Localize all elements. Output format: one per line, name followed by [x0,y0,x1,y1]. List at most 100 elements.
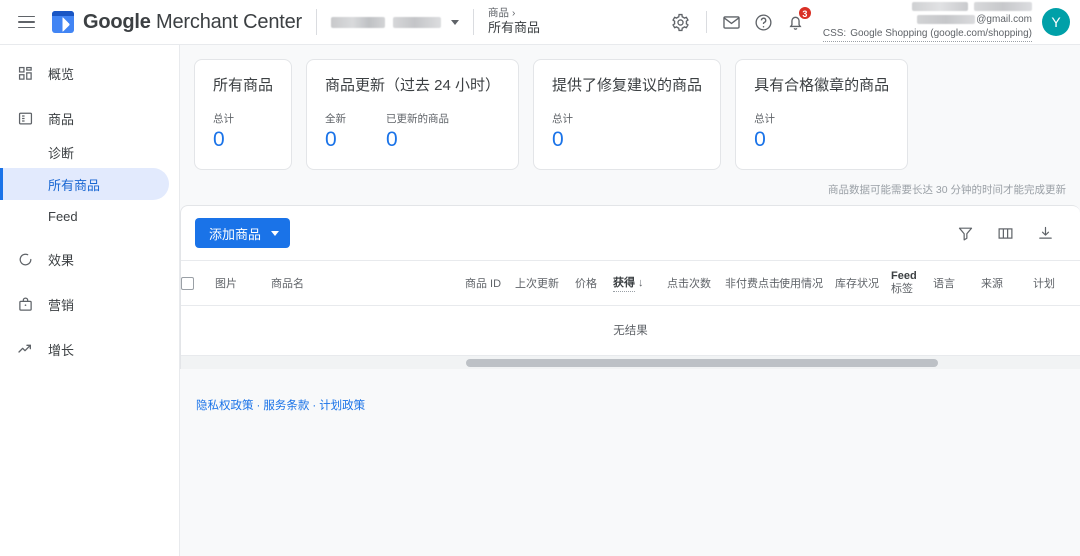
table-tool-icons [954,222,1066,244]
footer-separator: · [256,399,261,412]
brand: Google Merchant Center [52,11,302,34]
metric-label: 已更新的商品 [386,113,450,125]
select-all-checkbox[interactable] [181,276,194,290]
select-all-header [181,260,215,306]
columns-icon[interactable] [994,222,1016,244]
feed-label-line1: Feed [891,270,917,283]
add-product-button[interactable]: 添加商品 [195,218,291,249]
sidebar-item-label: 诊断 [48,145,75,161]
table-toolbar: 添加商品 [181,206,1080,260]
filter-icon[interactable] [954,222,976,244]
card-metric: 总计 0 [754,111,775,151]
breadcrumb: 商品 › 所有商品 [488,7,540,36]
sidebar-item-label: 商品 [48,111,75,127]
column-clicks[interactable]: 点击次数 [667,260,725,306]
sidebar-item-label: 营销 [48,297,75,313]
sidebar-item-marketing[interactable]: 营销 [0,286,169,322]
sidebar: 概览 商品 诊断 所有商品 Feed 效果 营销 增长 [0,45,180,556]
header-divider-2 [473,9,474,35]
dashboard-icon [16,64,34,82]
chevron-down-icon[interactable] [451,19,459,25]
account-label-redacted [974,2,1032,11]
breadcrumb-parent[interactable]: 商品 [488,7,509,20]
column-earnings-label: 获得 [613,274,635,293]
column-image[interactable]: 图片 [215,260,271,306]
sidebar-item-label: 所有商品 [48,177,101,193]
sidebar-item-diagnostics[interactable]: 诊断 [0,136,169,168]
card-metric: 已更新的商品 0 [386,111,449,151]
account-picker[interactable] [331,16,459,28]
sidebar-item-all-products[interactable]: 所有商品 [0,168,169,200]
gear-icon[interactable] [666,7,696,37]
footer-link-program-policies[interactable]: 计划政策 [319,400,365,412]
column-free-clicks[interactable]: 非付费点击 [725,260,779,306]
brand-product: Merchant Center [150,10,302,33]
download-icon[interactable] [1034,222,1056,244]
sidebar-item-performance[interactable]: 效果 [0,241,169,277]
column-language[interactable]: 语言 [933,260,981,306]
performance-icon [16,250,34,268]
add-product-label: 添加商品 [209,226,262,242]
footer-link-terms[interactable]: 服务条款 [263,400,309,412]
products-table: 图片 商品名 商品 ID 上次更新 价格 获得 ↓ 点击次数 非付费点击 使用情… [181,260,1080,306]
header-divider-3 [705,11,707,33]
account-email-redacted [917,15,976,25]
account-email-suffix: @gmail.com [976,14,1032,25]
metric-value: 0 [386,128,398,151]
sidebar-item-overview[interactable]: 概览 [0,55,169,91]
mail-icon[interactable] [717,7,747,37]
help-icon[interactable] [749,7,779,37]
footer-links: 隐私权政策 · 服务条款 · 计划政策 [196,397,1080,413]
sidebar-item-label: Feed [48,208,78,224]
footer-link-privacy[interactable]: 隐私权政策 [196,400,254,412]
feed-label-line2: 标签 [891,283,913,296]
column-price[interactable]: 价格 [575,260,613,306]
account-display-name-redacted [912,2,968,11]
summary-cards: 所有商品 总计 0 商品更新（过去 24 小时） 全新 0 已更新的商品 0 提… [180,45,1080,171]
bell-icon[interactable]: 3 [781,6,812,37]
table-header-row: 图片 商品名 商品 ID 上次更新 价格 获得 ↓ 点击次数 非付费点击 使用情… [181,260,1080,306]
card-fix-suggestions: 提供了修复建议的商品 总计 0 [533,59,722,171]
css-info[interactable]: CSS: Google Shopping (google.com/shopping… [822,27,1032,42]
css-label: CSS: [822,27,847,39]
card-title: 商品更新（过去 24 小时） [325,77,501,94]
chevron-right-icon: › [512,7,516,19]
column-usage[interactable]: 使用情况 [779,260,835,306]
column-plan[interactable]: 计划 [1033,260,1080,306]
metric-value: 0 [552,128,564,151]
avatar[interactable]: Y [1042,8,1070,36]
metric-label: 总计 [552,113,574,125]
sidebar-item-feed[interactable]: Feed [0,200,169,232]
brand-google: Google [83,10,151,33]
sidebar-item-label: 效果 [48,252,75,268]
metric-label: 总计 [213,113,234,125]
card-metric: 总计 0 [213,111,234,151]
notification-badge: 3 [797,6,812,20]
sidebar-item-label: 增长 [48,342,75,358]
css-value: Google Shopping (google.com/shopping) [850,27,1032,39]
products-icon [16,109,34,127]
card-title: 所有商品 [213,77,274,94]
metric-value: 0 [325,128,337,151]
sidebar-item-products[interactable]: 商品 [0,100,169,136]
column-stock-status[interactable]: 库存状况 [835,260,891,306]
card-title: 具有合格徽章的商品 [754,77,890,94]
sort-descending-icon: ↓ [638,277,644,290]
column-source[interactable]: 来源 [981,260,1033,306]
column-last-updated[interactable]: 上次更新 [515,260,575,306]
footer: 隐私权政策 · 服务条款 · 计划政策 [180,369,1080,413]
metric-label: 全新 [325,113,347,125]
brand-text: Google Merchant Center [83,11,302,34]
growth-icon [16,340,34,358]
column-product-name[interactable]: 商品名 [271,260,465,306]
avatar-initial: Y [1051,14,1061,30]
merchant-center-logo-icon [52,11,74,33]
column-feed-label[interactable]: Feed 标签 [891,260,933,306]
horizontal-scrollbar-track[interactable] [181,355,1080,369]
sidebar-item-growth[interactable]: 增长 [0,331,169,367]
column-product-id[interactable]: 商品 ID [465,260,515,306]
column-earnings[interactable]: 获得 ↓ [613,260,667,306]
hamburger-menu-icon[interactable] [12,8,40,36]
horizontal-scrollbar-thumb[interactable] [466,358,938,367]
card-eligible-badge: 具有合格徽章的商品 总计 0 [735,59,909,171]
